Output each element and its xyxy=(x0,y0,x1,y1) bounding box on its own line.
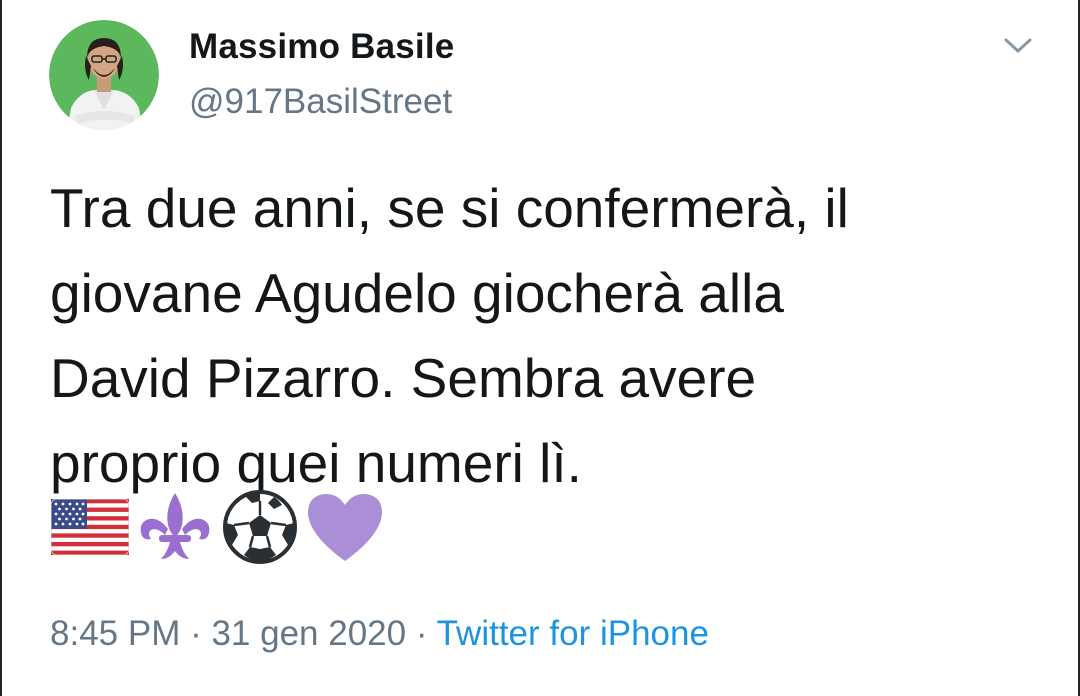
profile-photo-icon xyxy=(49,20,159,130)
tweet-options-button[interactable] xyxy=(998,30,1038,60)
chevron-down-icon xyxy=(1004,38,1032,53)
tweet-meta: 8:45 PM · 31 gen 2020 · Twitter for iPho… xyxy=(50,614,709,654)
tweet-text: Tra due anni, se si confermerà, il giova… xyxy=(50,166,1040,506)
meta-separator: · xyxy=(406,614,437,653)
tweet-card: Massimo Basile @917BasilStreet Tra due a… xyxy=(0,0,1080,696)
user-handle[interactable]: @917BasilStreet xyxy=(189,82,452,122)
purple-heart-emoji xyxy=(305,487,385,567)
tweet-text-line: Tra due anni, se si confermerà, il xyxy=(50,177,849,239)
fleur-de-lis-emoji xyxy=(135,487,215,567)
avatar[interactable] xyxy=(49,20,159,130)
emoji-row xyxy=(50,487,390,567)
tweet-text-line: David Pizarro. Sembra avere xyxy=(50,347,757,409)
meta-separator: · xyxy=(180,614,212,653)
display-name[interactable]: Massimo Basile xyxy=(189,27,454,67)
tweet-time[interactable]: 8:45 PM xyxy=(50,614,180,653)
us-flag-emoji xyxy=(50,487,130,567)
soccer-ball-emoji xyxy=(220,487,300,567)
tweet-date[interactable]: 31 gen 2020 xyxy=(211,614,406,653)
tweet-source-link[interactable]: Twitter for iPhone xyxy=(437,614,709,653)
tweet-text-line: giovane Agudelo giocherà alla xyxy=(50,262,784,324)
